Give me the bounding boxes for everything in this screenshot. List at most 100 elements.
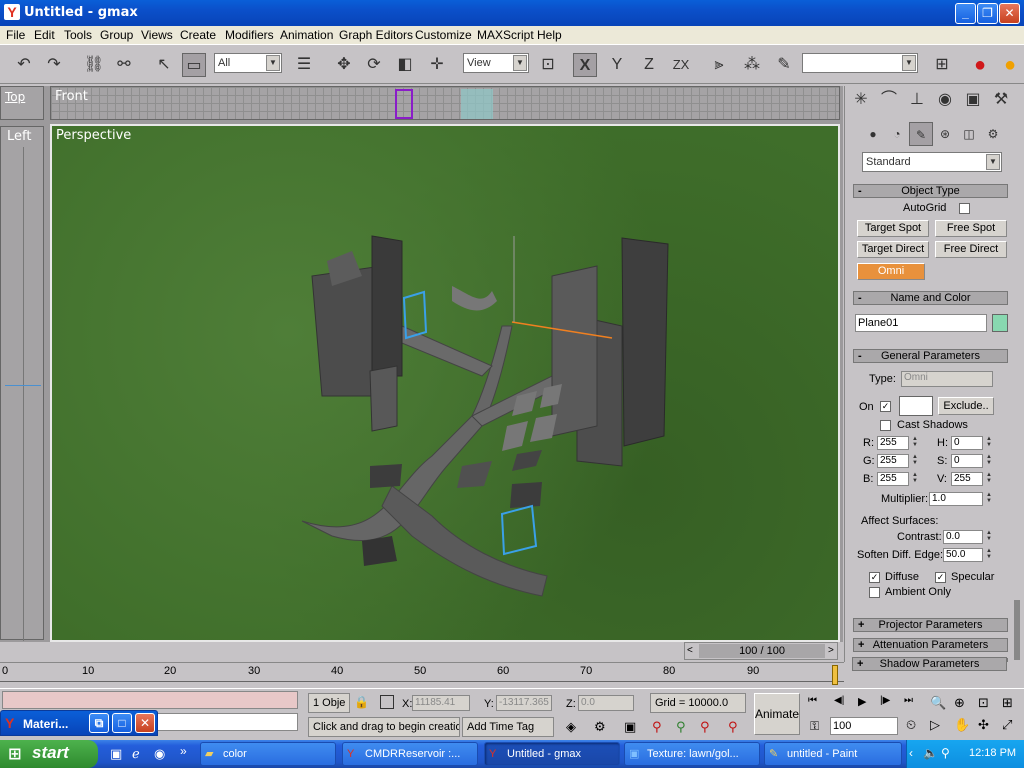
menu-maxscript[interactable]: MAXScript [477, 28, 534, 42]
axis-x-button[interactable]: X [573, 53, 597, 77]
spinner-arrows-icon[interactable]: ▲ ▼ [911, 454, 919, 468]
select-link-icon[interactable]: ⛓ [82, 53, 106, 77]
current-frame-field[interactable]: 100 [830, 717, 898, 735]
viewport-left-label[interactable]: Left [7, 129, 31, 144]
absolute-mode-icon[interactable] [380, 695, 394, 709]
media-player-icon[interactable]: ◉ [154, 746, 165, 762]
zoom-extents-all-icon[interactable]: ⊞ [1002, 695, 1013, 711]
pivot-icon[interactable]: ✛ [425, 53, 449, 77]
maxscript-listener-mini[interactable] [2, 691, 298, 709]
ambient-only-checkbox[interactable] [869, 587, 880, 598]
command-panel-scrollbar[interactable] [1014, 600, 1020, 660]
menu-views[interactable]: Views [141, 28, 173, 42]
current-frame-marker[interactable] [832, 665, 838, 685]
exclude-button[interactable]: Exclude.. [938, 397, 994, 415]
light-type-dropdown[interactable]: Omni [901, 371, 993, 387]
fov-icon[interactable]: ▷ [930, 717, 940, 733]
volume-icon[interactable]: 🔈 [923, 746, 938, 760]
array-icon[interactable]: ⁂ [740, 53, 764, 77]
minimize-button[interactable]: _ [955, 3, 976, 24]
multiplier-spinner[interactable]: 1.0 [929, 492, 983, 506]
cast-shadows-checkbox[interactable] [880, 420, 891, 431]
animate-button[interactable]: Animate [754, 693, 800, 735]
object-name-field[interactable]: Plane01 [855, 314, 987, 332]
menu-edit[interactable]: Edit [34, 28, 55, 42]
menu-file[interactable]: File [6, 28, 25, 42]
quicklaunch-more-icon[interactable]: » [180, 744, 187, 758]
autogrid-checkbox[interactable] [959, 203, 970, 214]
green-spinner[interactable]: 255 [877, 454, 909, 468]
light-on-checkbox[interactable]: ✓ [880, 401, 891, 412]
task-color[interactable]: ▰ color [200, 742, 336, 766]
undo-icon[interactable]: ↶ [12, 53, 36, 77]
key-snap-icon[interactable]: ⚲ [728, 719, 738, 735]
zoom-icon[interactable]: 🔍 [930, 695, 946, 711]
axis-zx-button[interactable]: ZX [669, 53, 693, 77]
next-frame-icon[interactable]: |▶ [880, 695, 890, 706]
degradation-override-icon[interactable]: ◈ [566, 719, 576, 735]
tray-expand-icon[interactable]: ‹ [909, 746, 913, 760]
rollout-projector-parameters[interactable]: + Projector Parameters [853, 618, 1008, 632]
menu-modifiers[interactable]: Modifiers [225, 28, 274, 42]
align-icon[interactable]: ✎ [772, 53, 796, 77]
axis-y-button[interactable]: Y [605, 53, 629, 77]
axis-z-button[interactable]: Z [637, 53, 661, 77]
time-slider-prev-icon[interactable]: < [687, 645, 693, 656]
x-coord-field[interactable]: 11185.41 [412, 695, 470, 711]
redo-icon[interactable]: ↷ [42, 53, 66, 77]
omni-button[interactable]: Omni [857, 263, 925, 280]
unlink-icon[interactable]: ⚯ [112, 53, 136, 77]
shapes-icon[interactable]: ◔ [885, 122, 909, 146]
crossing-icon[interactable]: ⚙ [594, 719, 606, 735]
geometry-icon[interactable]: ● [861, 122, 885, 146]
time-slider[interactable]: < 100 / 100 > [684, 642, 838, 660]
viewport-top[interactable]: Top [0, 86, 44, 120]
specular-checkbox[interactable]: ✓ [935, 572, 946, 583]
mirror-icon[interactable]: ⫸ [707, 53, 731, 77]
free-direct-button[interactable]: Free Direct [935, 241, 1007, 258]
motion-tab-icon[interactable]: ◉ [933, 88, 957, 112]
angle-snap-icon[interactable]: ⚲ [652, 719, 662, 735]
object-color-swatch[interactable] [992, 314, 1008, 332]
utilities-tab-icon[interactable]: ⚒ [989, 88, 1013, 112]
zoom-all-icon[interactable]: ⊕ [954, 695, 965, 711]
start-button[interactable]: ⊞ start [0, 740, 98, 768]
menu-tools[interactable]: Tools [64, 28, 92, 42]
named-selection-dropdown[interactable]: ▼ [802, 53, 918, 73]
time-slider-next-icon[interactable]: > [828, 645, 834, 656]
pan-icon[interactable]: ✋ [954, 717, 970, 733]
rotate-icon[interactable]: ⟳ [362, 53, 386, 77]
arc-rotate-icon[interactable]: ✣ [978, 717, 989, 733]
menu-create[interactable]: Create [180, 28, 216, 42]
hierarchy-tab-icon[interactable]: ⊥ [905, 88, 929, 112]
helpers-icon[interactable]: ◫ [957, 122, 981, 146]
task-gmax[interactable]: Y Untitled - gmax [484, 742, 620, 766]
hue-spinner[interactable]: 0 [951, 436, 983, 450]
light-color-swatch[interactable] [899, 396, 933, 416]
snap-toggle-icon[interactable]: ▣ [624, 719, 636, 735]
menu-customize[interactable]: Customize [415, 28, 472, 42]
viewport-front[interactable]: Front [50, 86, 840, 120]
lights-icon[interactable]: ✎ [909, 122, 933, 146]
network-icon[interactable]: ⚲ [941, 746, 950, 760]
play-icon[interactable]: ▶ [858, 695, 866, 708]
percent-snap-icon[interactable]: ⚲ [676, 719, 686, 735]
display-tab-icon[interactable]: ▣ [961, 88, 985, 112]
spinner-arrows-icon[interactable]: ▲ ▼ [911, 472, 919, 486]
spinner-arrows-icon[interactable]: ▲ ▼ [985, 454, 993, 468]
quick-render-icon[interactable]: ● [998, 53, 1022, 77]
scale-icon[interactable]: ◧ [393, 53, 417, 77]
task-texture[interactable]: ▣ Texture: lawn/gol... [624, 742, 760, 766]
add-time-tag-button[interactable]: Add Time Tag [462, 717, 554, 737]
menu-graph-editors[interactable]: Graph Editors [339, 28, 413, 42]
cameras-icon[interactable]: ⊛ [933, 122, 957, 146]
rollout-shadow-parameters[interactable]: + Shadow Parameters [852, 657, 1007, 671]
menu-animation[interactable]: Animation [280, 28, 333, 42]
viewport-front-label[interactable]: Front [55, 89, 88, 104]
show-desktop-icon[interactable]: ▣ [110, 746, 122, 762]
viewport-top-label[interactable]: Top [5, 90, 25, 104]
red-spinner[interactable]: 255 [877, 436, 909, 450]
modify-tab-icon[interactable]: ⌒ [877, 88, 901, 112]
spinner-arrows-icon[interactable]: ▲ ▼ [911, 436, 919, 450]
zoom-extents-icon[interactable]: ⊡ [978, 695, 989, 711]
